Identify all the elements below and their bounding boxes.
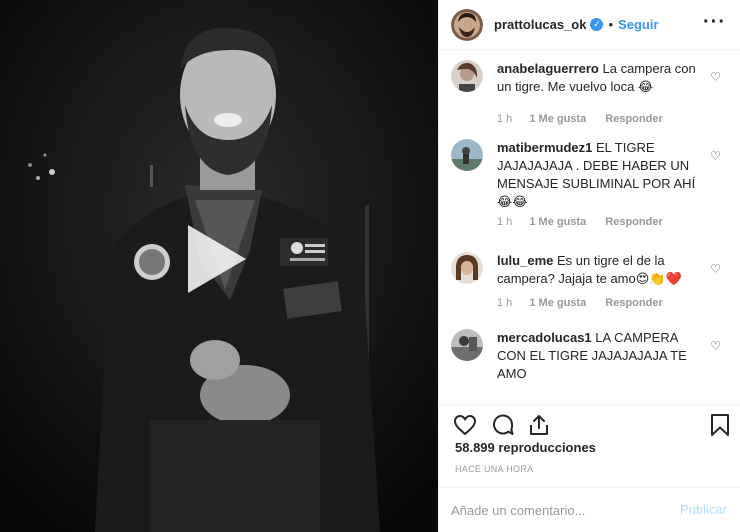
comment-username[interactable]: lulu_eme xyxy=(497,253,553,268)
view-count[interactable]: 58.899 reproducciones xyxy=(455,440,596,455)
comment-composer: Publicar xyxy=(439,487,740,532)
comment-meta: 1 h 1 Me gusta Responder xyxy=(497,113,679,125)
comment-avatar[interactable] xyxy=(451,329,483,361)
reply-button[interactable]: Responder xyxy=(605,216,662,228)
speech-bubble-icon[interactable] xyxy=(491,413,515,442)
comment-time[interactable]: 1 h xyxy=(497,297,512,309)
comment-item: anabelaguerrero La campera con un tigre.… xyxy=(451,60,737,140)
follow-button[interactable]: Seguir xyxy=(618,17,658,32)
comment-like-icon[interactable]: ♡ xyxy=(710,262,721,276)
comment-likes[interactable]: 1 Me gusta xyxy=(529,297,586,309)
comment-item: lulu_eme Es un tigre el de la campera? J… xyxy=(451,252,737,322)
comment-time[interactable]: 1 h xyxy=(497,113,512,125)
comment-likes[interactable]: 1 Me gusta xyxy=(529,216,586,228)
comment-like-icon[interactable]: ♡ xyxy=(710,339,721,353)
comment-username[interactable]: anabelaguerrero xyxy=(497,61,599,76)
comment-item: matibermudez1 EL TIGRE JAJAJAJAJA . DEBE… xyxy=(451,139,737,239)
comment-input[interactable] xyxy=(451,498,661,522)
comment-time[interactable]: 1 h xyxy=(497,216,512,228)
comment-avatar[interactable] xyxy=(451,139,483,171)
share-icon[interactable] xyxy=(527,413,551,442)
post-timestamp[interactable]: HACE UNA HORA xyxy=(455,464,533,474)
comments-list[interactable]: anabelaguerrero La campera con un tigre.… xyxy=(439,51,740,403)
reply-button[interactable]: Responder xyxy=(605,113,662,125)
play-icon[interactable] xyxy=(188,225,246,293)
comment-likes[interactable]: 1 Me gusta xyxy=(529,113,586,125)
video-player[interactable] xyxy=(0,0,438,532)
publish-button[interactable]: Publicar xyxy=(680,502,727,517)
bookmark-icon[interactable] xyxy=(709,413,731,442)
action-bar xyxy=(439,404,740,444)
verified-badge-icon: ✓ xyxy=(590,18,604,31)
comment-meta: 1 h 1 Me gusta Responder xyxy=(497,216,679,228)
post-panel: prattolucas_ok ✓ • Seguir ··· anabelague… xyxy=(438,0,740,532)
author-username[interactable]: prattolucas_ok xyxy=(494,17,586,32)
comment-item: mercadolucas1 LA CAMPERA CON EL TIGRE JA… xyxy=(451,329,737,399)
post-header: prattolucas_ok ✓ • Seguir ··· xyxy=(439,0,740,50)
comment-username[interactable]: mercadolucas1 xyxy=(497,330,592,345)
author-avatar[interactable] xyxy=(451,8,483,41)
more-options-icon[interactable]: ··· xyxy=(703,12,726,32)
comment-meta: 1 h 1 Me gusta Responder xyxy=(497,297,679,309)
comment-like-icon[interactable]: ♡ xyxy=(710,149,721,163)
comment-avatar[interactable] xyxy=(451,252,483,284)
comment-username[interactable]: matibermudez1 xyxy=(497,140,592,155)
heart-outline-icon[interactable] xyxy=(453,413,477,442)
reply-button[interactable]: Responder xyxy=(605,297,662,309)
comment-like-icon[interactable]: ♡ xyxy=(710,70,721,84)
separator-dot: • xyxy=(608,17,614,32)
comment-avatar[interactable] xyxy=(451,60,483,92)
